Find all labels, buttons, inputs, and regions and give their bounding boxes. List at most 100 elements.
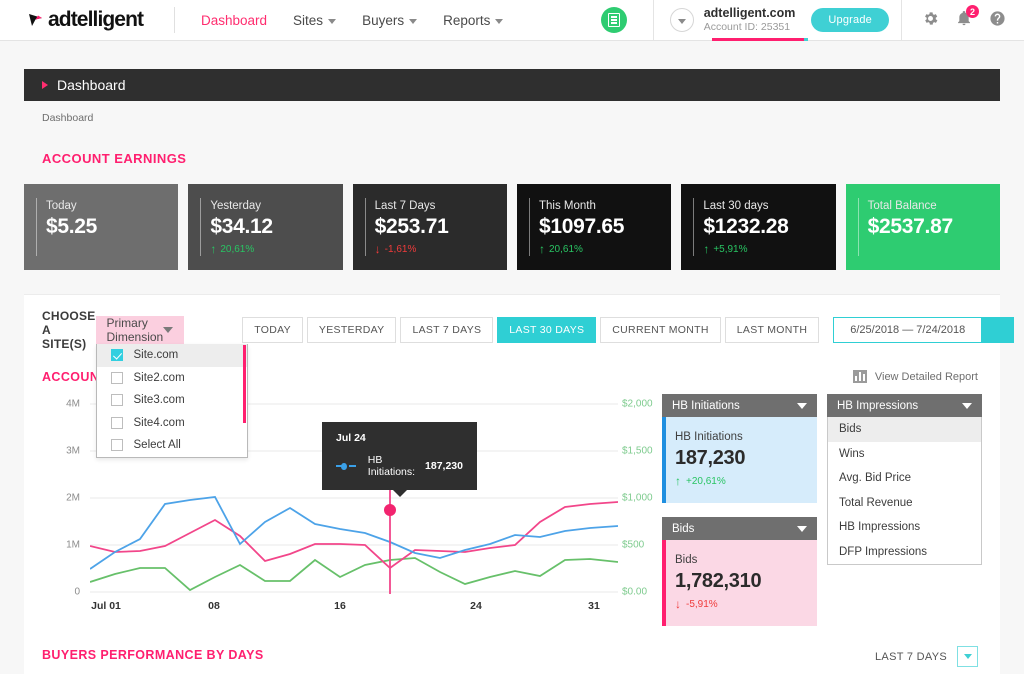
date-range-value: 6/25/2018 — 7/24/2018	[850, 324, 966, 336]
metric-options-list: Bids Wins Avg. Bid Price Total Revenue H…	[827, 417, 982, 565]
arrow-up-icon: ↑	[210, 242, 217, 256]
card-accent-bar	[857, 198, 859, 256]
card-value: $1232.28	[703, 215, 789, 238]
card-label: This Month	[538, 200, 596, 212]
tooltip-series-row: HB Initiations: 187,230	[336, 454, 463, 478]
metric-delta: ↑ +20,61%	[675, 475, 817, 487]
metric-option-total-revenue[interactable]: Total Revenue	[828, 491, 981, 516]
metric-selector-hb-impressions[interactable]: HB Impressions	[827, 394, 982, 417]
primary-dimension-dropdown[interactable]: Primary Dimension Site.com Site2.com Sit…	[95, 316, 248, 458]
brand-logo[interactable]: adtelligent	[0, 8, 148, 32]
notifications-bell-icon[interactable]: 2	[956, 5, 979, 30]
range-last-7-days-button[interactable]: LAST 7 DAYS	[400, 317, 494, 343]
card-label: Total Balance	[867, 200, 937, 212]
range-last-30-days-button[interactable]: LAST 30 DAYS	[497, 317, 597, 343]
y-axis-tick-left: 3M	[66, 445, 80, 457]
range-current-month-button[interactable]: CURRENT MONTH	[600, 317, 721, 343]
card-value: $253.71	[374, 215, 449, 238]
account-dropdown-icon[interactable]	[669, 8, 694, 32]
dropdown-option-site2[interactable]: Site2.com	[97, 367, 247, 390]
earnings-card-total-balance: Total Balance $2537.87	[845, 184, 1000, 270]
filter-row: CHOOSE A SITE(S) Primary Dimension Site.…	[24, 295, 1015, 458]
gear-icon[interactable]	[922, 10, 939, 30]
nav-item-buyers[interactable]: Buyers	[362, 12, 418, 28]
dropdown-option-site4[interactable]: Site4.com	[97, 412, 247, 435]
metric-option-dfp-impressions[interactable]: DFP Impressions	[828, 540, 981, 565]
nav-item-dashboard[interactable]: Dashboard	[201, 13, 267, 28]
primary-dimension-trigger[interactable]: Primary Dimension	[95, 316, 185, 344]
buyers-section: BUYERS PERFORMANCE BY DAYS LAST 7 DAYS	[24, 646, 1000, 674]
triangle-right-icon	[42, 81, 48, 89]
nav-label-buyers: Buyers	[362, 12, 405, 28]
checkbox-icon[interactable]	[110, 439, 123, 452]
dropdown-option-site[interactable]: Site.com	[96, 344, 247, 367]
metric-panel-hb-initiations: HB Initiations .mb0:before{background:#1…	[662, 394, 817, 503]
y-axis-tick-right: $1,000	[622, 492, 653, 504]
checkbox-icon[interactable]	[110, 371, 123, 384]
account-earnings-heading: ACCOUNT EARNINGS	[42, 151, 187, 166]
buyers-range-label: LAST 7 DAYS	[875, 650, 947, 663]
arrow-up-icon: ↑	[538, 242, 545, 256]
nav-item-reports[interactable]: Reports	[443, 13, 504, 28]
page-title: Dashboard	[57, 77, 126, 93]
account-info: adtelligent.com Account ID: 25351	[704, 6, 796, 35]
y-axis-tick-left: 2M	[66, 492, 80, 504]
x-axis-tick: 24	[470, 600, 482, 612]
legend-dot-icon	[341, 462, 347, 470]
account-domain: adtelligent.com	[703, 5, 796, 20]
chart-series-bids	[90, 501, 618, 570]
choose-site-label: CHOOSE A SITE(S)	[42, 309, 96, 351]
chevron-down-icon	[797, 402, 807, 409]
breadcrumb: Dashboard	[42, 112, 94, 124]
dropdown-scrollbar[interactable]	[242, 345, 246, 423]
earnings-card: Last 30 days $1232.28 ↑ +5,91%	[681, 184, 836, 270]
dropdown-option-select-all[interactable]: Select All	[97, 434, 247, 457]
range-today-button[interactable]: TODAY	[242, 317, 303, 343]
metric-option-bids[interactable]: Bids	[828, 417, 981, 442]
arrow-up-icon: ↑	[675, 474, 681, 488]
metric-option-wins[interactable]: Wins	[828, 442, 981, 467]
y-axis-tick-right: $0.00	[622, 586, 648, 598]
metric-column-right: HB Impressions 721,125 ↑ +1,12%	[827, 394, 982, 626]
metric-option-avg-bid-price[interactable]: Avg. Bid Price	[828, 466, 981, 491]
arrow-up-icon: ↑	[703, 242, 710, 256]
help-icon[interactable]	[989, 10, 1006, 30]
metric-selector-bids[interactable]: Bids	[662, 517, 817, 540]
earnings-card-list: Today $5.25 Yesterday $34.12 ↑ 20,61% La…	[24, 184, 1000, 270]
metric-body: Bids 1,782,310 ↓ -5,91%	[662, 540, 817, 626]
metric-selector-hb-initiations[interactable]: HB Initiations	[662, 394, 817, 417]
range-yesterday-button[interactable]: YESTERDAY	[306, 317, 397, 343]
card-delta-value: 20,61%	[220, 243, 255, 255]
y-axis-tick-left: 4M	[66, 398, 80, 410]
chevron-down-icon[interactable]	[957, 646, 978, 667]
document-badge-icon[interactable]	[600, 7, 627, 33]
metric-option-hb-impressions[interactable]: HB Impressions	[828, 515, 981, 540]
nav-item-sites[interactable]: Sites	[293, 13, 337, 28]
account-switcher[interactable]: adtelligent.com Account ID: 25351 Upgrad…	[652, 0, 902, 41]
date-range-picker[interactable]: 6/25/2018 — 7/24/2018	[833, 317, 1015, 343]
upgrade-button[interactable]: Upgrade	[811, 8, 889, 32]
tooltip-date: Jul 24	[336, 432, 366, 444]
checkbox-checked-icon[interactable]	[110, 349, 123, 362]
dropdown-option-site3[interactable]: Site3.com	[97, 389, 247, 412]
chevron-down-icon	[328, 18, 337, 24]
buyers-range-selector[interactable]: LAST 7 DAYS	[875, 646, 978, 667]
metric-name: HB Initiations	[675, 431, 743, 443]
earnings-card: Yesterday $34.12 ↑ 20,61%	[188, 184, 343, 270]
view-detailed-report-link[interactable]: View Detailed Report	[852, 370, 978, 383]
checkbox-icon[interactable]	[110, 394, 123, 407]
metric-value: 1,782,310	[675, 570, 762, 592]
range-last-month-button[interactable]: LAST MONTH	[724, 317, 820, 343]
card-accent-bar	[364, 198, 366, 256]
y-axis-tick-left: 1M	[66, 539, 80, 551]
chevron-down-icon	[495, 18, 504, 24]
page-title-bar: Dashboard	[24, 69, 1000, 101]
card-value: $2537.87	[867, 215, 954, 238]
chevron-down-icon	[962, 402, 972, 409]
metric-selector-label: Bids	[672, 522, 695, 535]
y-axis-tick-right: $500	[622, 539, 645, 551]
checkbox-icon[interactable]	[110, 416, 123, 429]
view-detailed-report-label: View Detailed Report	[874, 370, 978, 383]
calendar-icon[interactable]	[981, 318, 1014, 342]
top-bar-icons: 2	[902, 5, 1024, 30]
